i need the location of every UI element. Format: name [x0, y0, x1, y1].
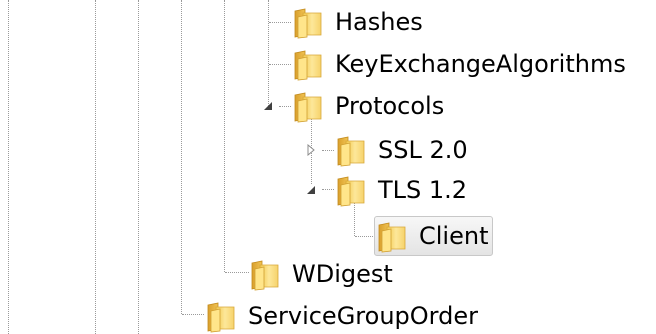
folder-icon: [291, 89, 325, 123]
tree-connector: [182, 314, 204, 315]
folder-icon: [291, 5, 325, 39]
tree-connector: [269, 64, 291, 65]
tree-node-servicegrouporder[interactable]: ServiceGroupOrder: [204, 298, 478, 334]
folder-icon: [204, 299, 238, 333]
registry-tree: Hashes KeyExchangeAlgorithms Protocols S…: [0, 0, 656, 334]
tree-connector: [355, 236, 375, 237]
tree-guide-line: [138, 0, 139, 334]
tree-node-keyexchangealgorithms[interactable]: KeyExchangeAlgorithms: [291, 46, 626, 82]
collapsed-triangle-icon[interactable]: [305, 144, 317, 156]
expanded-triangle-icon[interactable]: [305, 184, 317, 196]
tree-connector: [225, 272, 249, 273]
tree-connector: [322, 189, 334, 190]
tree-guide-line: [8, 0, 9, 334]
tree-connector: [322, 150, 334, 151]
folder-icon: [375, 219, 409, 253]
tree-node-label: WDigest: [292, 260, 393, 288]
tree-connector: [279, 106, 291, 107]
tree-guide-line: [224, 0, 225, 272]
tree-node-label: KeyExchangeAlgorithms: [335, 50, 626, 78]
folder-icon: [334, 133, 368, 167]
tree-node-label: Protocols: [335, 92, 445, 120]
tree-node-hashes[interactable]: Hashes: [291, 4, 423, 40]
tree-node-wdigest[interactable]: WDigest: [248, 256, 393, 292]
tree-guide-line: [268, 0, 269, 106]
tree-guide-line: [181, 0, 182, 314]
tree-node-client[interactable]: Client: [374, 216, 494, 256]
folder-icon: [334, 173, 368, 207]
expanded-triangle-icon[interactable]: [262, 100, 274, 112]
folder-icon: [291, 47, 325, 81]
tree-node-ssl-2-0[interactable]: SSL 2.0: [334, 132, 468, 168]
tree-node-label: Hashes: [335, 8, 423, 36]
tree-node-label: ServiceGroupOrder: [248, 302, 478, 330]
tree-connector: [269, 22, 291, 23]
tree-node-label: Client: [419, 222, 489, 250]
folder-icon: [248, 257, 282, 291]
tree-node-tls-1-2[interactable]: TLS 1.2: [334, 172, 467, 208]
tree-node-protocols[interactable]: Protocols: [291, 88, 444, 124]
tree-node-label: TLS 1.2: [378, 176, 468, 204]
tree-node-label: SSL 2.0: [378, 136, 468, 164]
tree-guide-line: [95, 0, 96, 334]
